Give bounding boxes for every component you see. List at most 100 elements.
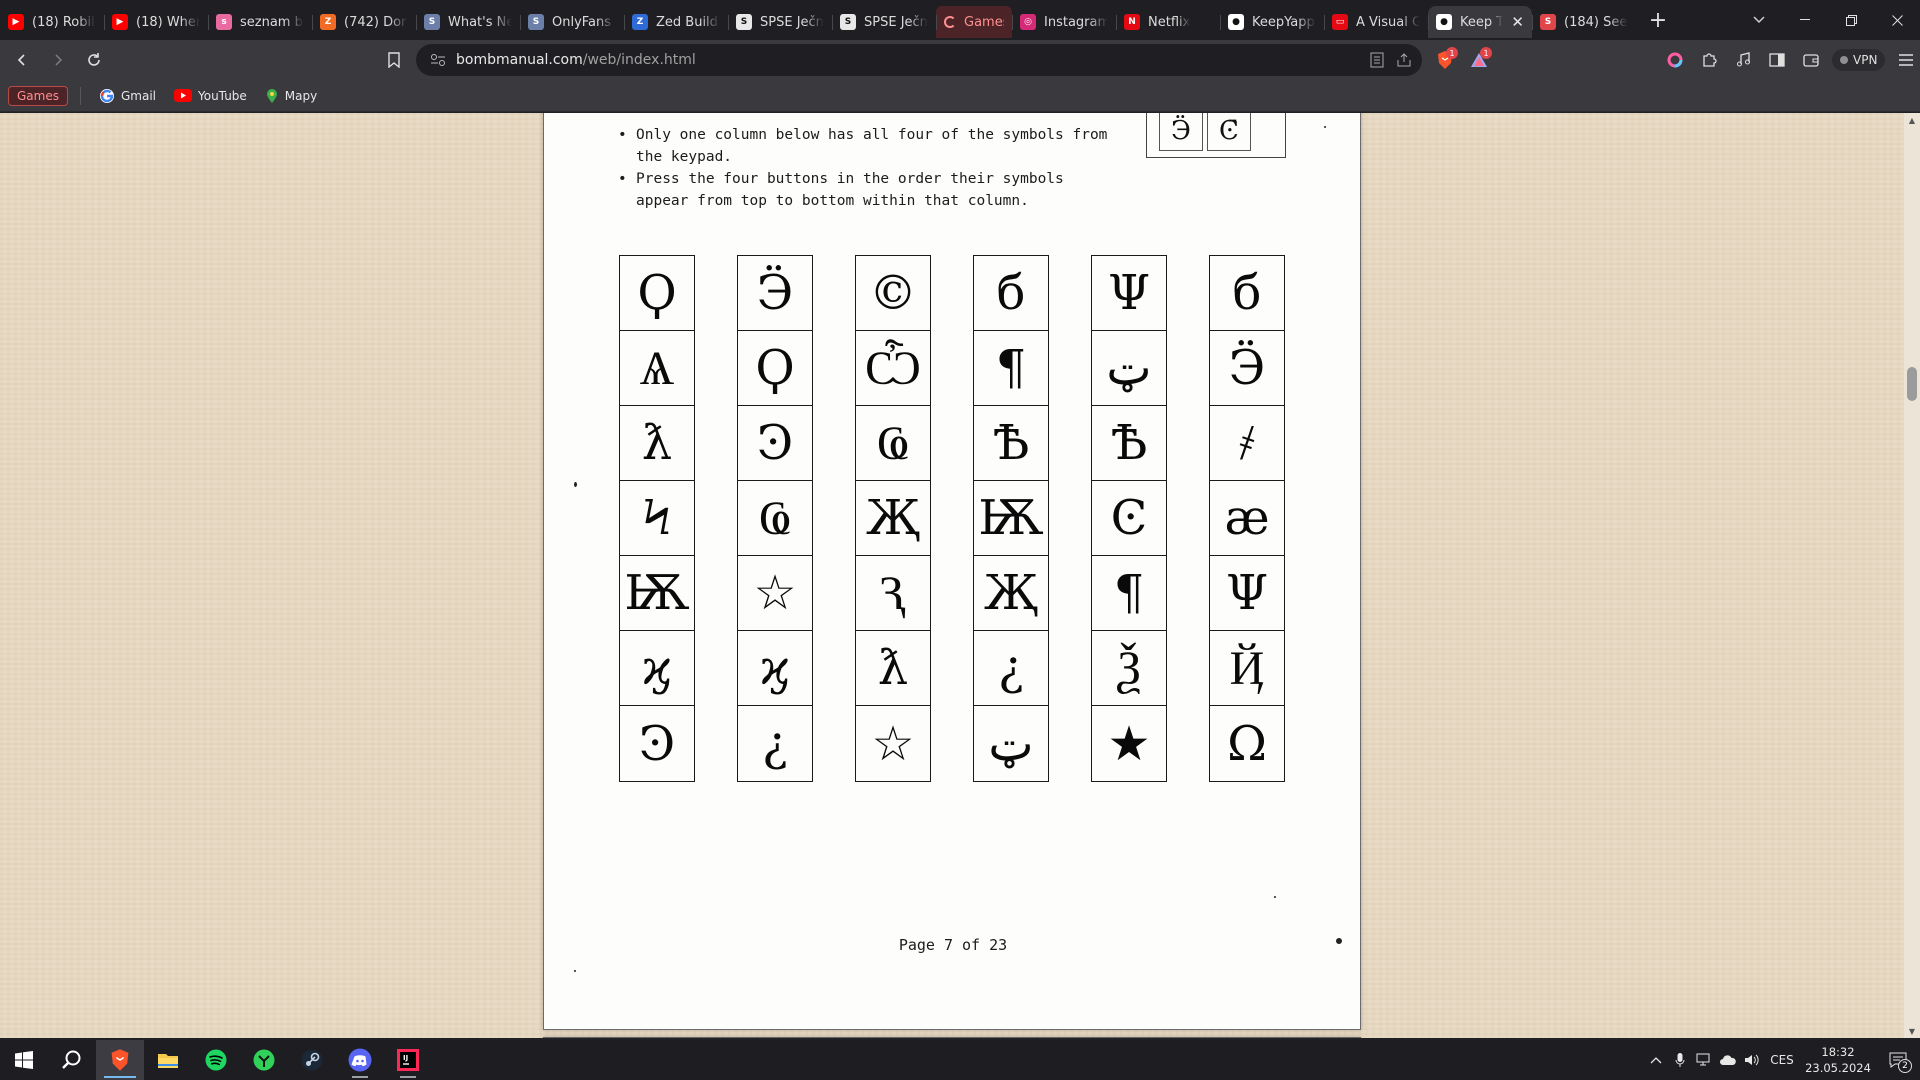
brave-rewards-button[interactable]: 1	[1466, 46, 1492, 74]
vpn-label: VPN	[1853, 53, 1878, 67]
back-button[interactable]	[6, 44, 38, 76]
youtube-icon	[174, 89, 192, 102]
page-scrollbar[interactable]: ▲ ▼	[1904, 113, 1920, 1038]
onedrive-button[interactable]	[1716, 1040, 1740, 1080]
bookmark-label: Mapy	[284, 88, 318, 103]
main-menu-button[interactable]	[1893, 46, 1919, 74]
tab-search-dropdown[interactable]	[1745, 8, 1773, 32]
bookmark-group-games[interactable]: Games	[8, 85, 68, 106]
symbol-cell: Ϙ	[738, 331, 812, 406]
volume-button[interactable]	[1740, 1040, 1764, 1080]
search-button[interactable]	[48, 1040, 96, 1080]
next-manual-page	[543, 1037, 1361, 1038]
minimize-button[interactable]	[1782, 0, 1828, 40]
tab[interactable]: s seznam be	[208, 6, 312, 38]
tab[interactable]: Z (742) Doru	[312, 6, 416, 38]
symbol-cell: б	[1210, 256, 1284, 331]
symbol-cell: Ѣ	[1092, 406, 1166, 481]
wallet-icon	[1803, 54, 1819, 67]
taskbar-jetbrains[interactable]: IJ	[384, 1040, 432, 1080]
scroll-up-arrow-icon[interactable]: ▲	[1904, 113, 1920, 127]
tab[interactable]: S OnlyFans -	[520, 6, 624, 38]
manual-page: Only one column below has all four of th…	[543, 113, 1361, 1030]
tab[interactable]: S (184) Seek	[1532, 6, 1636, 38]
taskbar-steam[interactable]	[288, 1040, 336, 1080]
reader-mode-icon[interactable]	[1370, 52, 1384, 68]
taskbar-brave[interactable]	[96, 1040, 144, 1080]
symbol-column-2: Ӭ Ϙ Ͽ Ҩ ☆ ϗ ¿	[737, 255, 813, 782]
search-icon	[62, 1050, 81, 1069]
minimize-icon	[1800, 19, 1810, 20]
tab-title: SPŠE Ječná	[760, 14, 824, 30]
symbol-cell: Ψ	[1210, 556, 1284, 631]
share-icon[interactable]	[1396, 52, 1412, 68]
show-hidden-icons-button[interactable]	[1644, 1040, 1668, 1080]
tab[interactable]: Z Zed Build v	[624, 6, 728, 38]
tab[interactable]: ● Keep T ✕	[1428, 6, 1532, 38]
bookmark-youtube[interactable]: YouTube	[168, 84, 253, 108]
tab[interactable]: ▶ (18) Where	[104, 6, 208, 38]
scroll-down-arrow-icon[interactable]: ▼	[1904, 1024, 1920, 1038]
tab[interactable]: ◎ Instagram	[1012, 6, 1116, 38]
close-tab-icon[interactable]: ✕	[1511, 13, 1524, 31]
address-bar[interactable]: bombmanual.com/web/index.html	[416, 44, 1422, 76]
symbol-cell: ¶	[974, 331, 1048, 406]
symbol-cell: ƛ	[620, 406, 694, 481]
sidebar-button[interactable]	[1764, 46, 1790, 74]
puzzle-icon	[1703, 53, 1717, 67]
google-icon	[99, 88, 114, 103]
extension-button[interactable]	[1662, 46, 1688, 74]
page-number: Page 7 of 23	[898, 936, 1008, 954]
symbol-cell: Ѯ	[1092, 631, 1166, 706]
notification-count: 2	[1898, 1059, 1912, 1073]
brave-shields-button[interactable]: 1	[1432, 46, 1458, 74]
symbol-column-5: Ψ ټ Ѣ Ͼ ¶ Ѯ ★	[1091, 255, 1167, 782]
start-button[interactable]	[0, 1040, 48, 1080]
chevron-up-icon	[1650, 1057, 1662, 1064]
taskbar-nav-app[interactable]	[240, 1040, 288, 1080]
wallet-button[interactable]	[1798, 46, 1824, 74]
notification-center-button[interactable]: 2	[1876, 1040, 1920, 1080]
vpn-button[interactable]: VPN	[1832, 49, 1886, 71]
tab[interactable]: S SPŠE Ječná	[728, 6, 832, 38]
extensions-button[interactable]	[1696, 46, 1722, 74]
example-key: Ӭ	[1159, 113, 1203, 151]
tab[interactable]: N Netflix	[1116, 6, 1220, 38]
taskbar-discord[interactable]	[336, 1040, 384, 1080]
taskbar-file-explorer[interactable]	[144, 1040, 192, 1080]
spse-icon: S	[528, 14, 544, 30]
symbol-column-4: б ¶ Ѣ Ѭ Җ ¿ ټ	[973, 255, 1049, 782]
microphone-button[interactable]	[1668, 1040, 1692, 1080]
restore-button[interactable]	[1828, 0, 1874, 40]
playlist-button[interactable]	[1730, 46, 1756, 74]
scrollbar-thumb[interactable]	[1907, 367, 1917, 401]
symbol-cell: ¶	[1092, 556, 1166, 631]
clock[interactable]: 18:32 23.05.2024	[1800, 1044, 1876, 1076]
tab[interactable]: S What's Nev	[416, 6, 520, 38]
taskbar-spotify[interactable]	[192, 1040, 240, 1080]
tab[interactable]: S SPŠE Ječná	[832, 6, 936, 38]
tab[interactable]: ▶ (18) Robil s	[0, 6, 104, 38]
keypad-example: Ӭ Ͼ̄	[1146, 113, 1286, 158]
ink-speck	[574, 482, 577, 487]
new-tab-button[interactable]: +	[1642, 4, 1674, 36]
symbol-cell: ټ	[988, 715, 1034, 772]
reload-button[interactable]	[78, 44, 110, 76]
close-window-button[interactable]	[1874, 0, 1920, 40]
tab-strip: ▶ (18) Robil s ▶ (18) Where s seznam be Z (742)…	[0, 0, 1920, 40]
network-icon	[1696, 1053, 1710, 1066]
tab-title: (18) Robil s	[32, 14, 96, 30]
bookmark-mapy[interactable]: Mapy	[259, 84, 323, 108]
bookmark-gmail[interactable]: Gmail	[93, 84, 162, 108]
forward-button[interactable]	[42, 44, 74, 76]
input-language[interactable]: CES	[1764, 1040, 1800, 1080]
bookmark-page-button[interactable]	[378, 44, 410, 76]
chevron-down-icon	[1753, 16, 1765, 24]
tab-group-games[interactable]: Games	[936, 6, 1012, 38]
tab[interactable]: ● KeepYappi	[1220, 6, 1324, 38]
symbol-cell: Ҋ	[1210, 631, 1284, 706]
tab[interactable]: ▭ A Visual G	[1324, 6, 1428, 38]
symbol-cell: ©	[856, 256, 930, 331]
ink-speck	[1324, 126, 1326, 128]
network-button[interactable]	[1692, 1040, 1716, 1080]
